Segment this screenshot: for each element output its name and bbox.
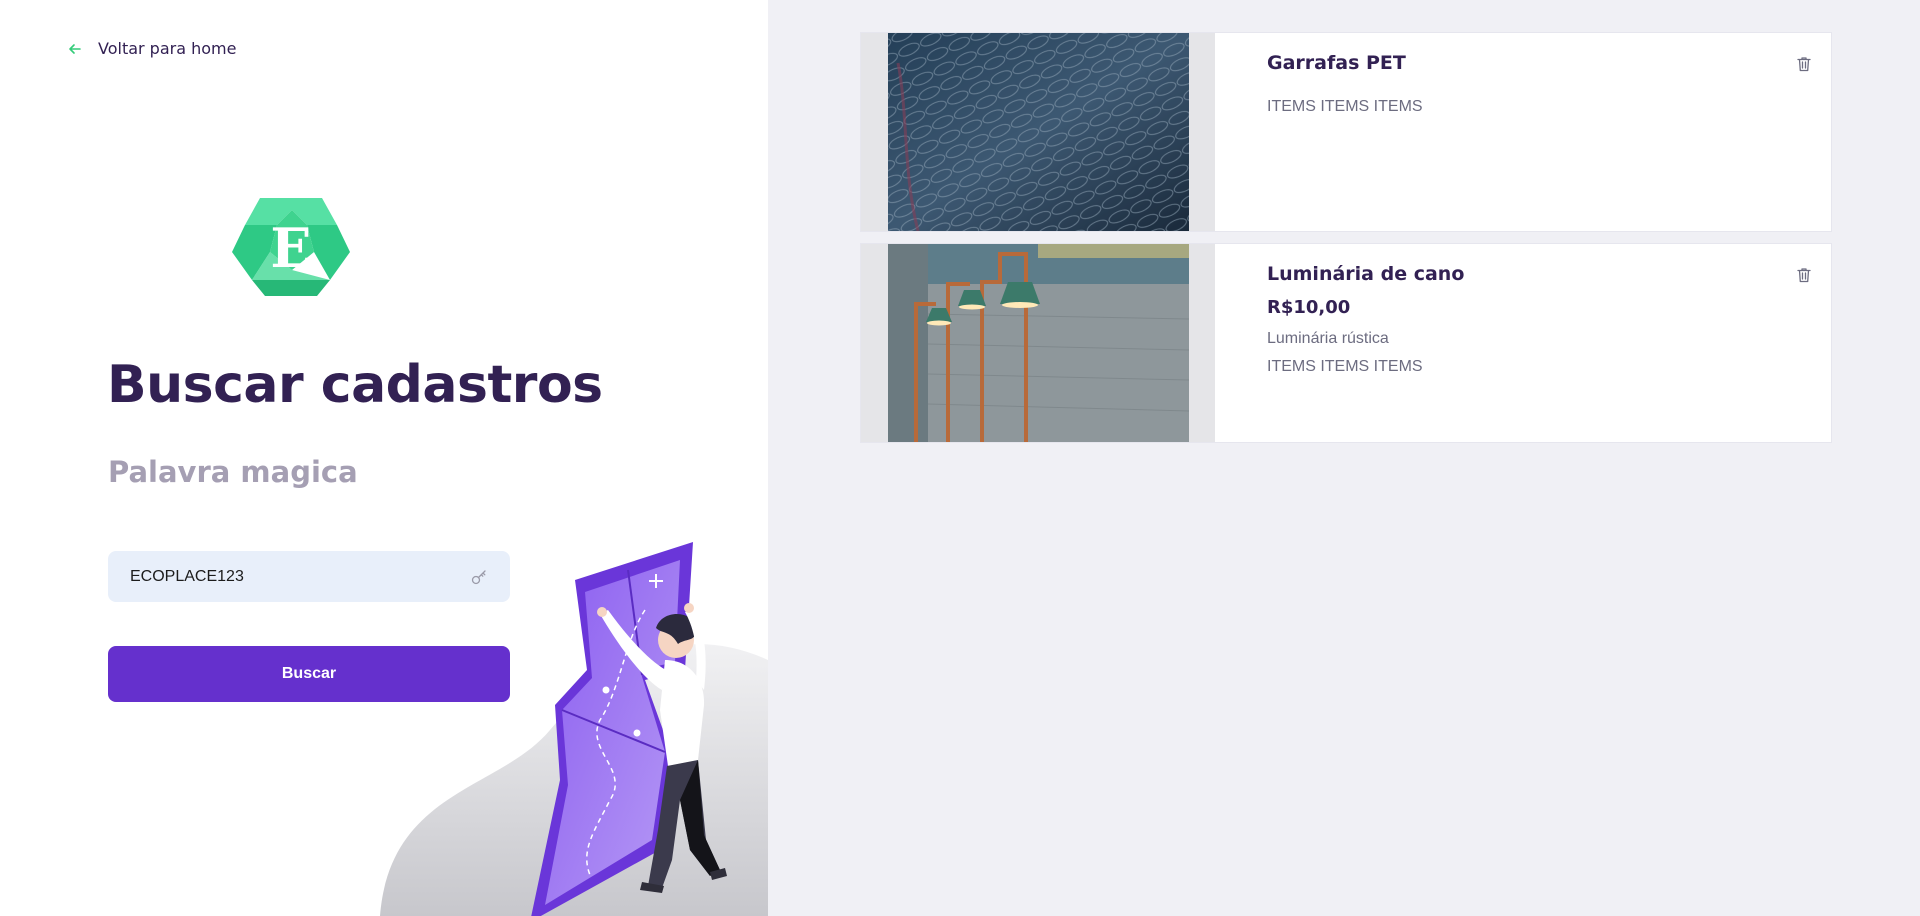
back-to-home-link[interactable]: Voltar para home: [67, 39, 236, 58]
item-card-content: Garrafas PET ITEMS ITEMS ITEMS: [1215, 33, 1831, 231]
trash-icon[interactable]: [1795, 266, 1813, 284]
item-image-frame: [861, 244, 1215, 442]
page-title: Buscar cadastros: [107, 355, 603, 415]
logo-letter: E: [270, 216, 311, 280]
back-link-label: Voltar para home: [98, 39, 237, 58]
item-photo-pet-bottles: [888, 33, 1189, 231]
trash-icon[interactable]: [1795, 55, 1813, 73]
item-name: Luminária de cano: [1267, 263, 1465, 285]
item-items: ITEMS ITEMS ITEMS: [1267, 358, 1423, 375]
item-card-content: Luminária de cano R$10,00 Luminária rúst…: [1215, 244, 1831, 442]
left-panel: Voltar para home E Buscar cadastros Pala…: [0, 0, 768, 916]
results-panel: Garrafas PET ITEMS ITEMS ITEMS Luminária…: [768, 0, 1920, 916]
item-image-frame: [861, 33, 1215, 231]
item-items: ITEMS ITEMS ITEMS: [1267, 98, 1423, 115]
item-description: Luminária rústica: [1267, 330, 1389, 347]
ecoplace-logo: E: [232, 198, 350, 296]
person-with-map-illustration: [380, 542, 768, 916]
item-card[interactable]: Luminária de cano R$10,00 Luminária rúst…: [860, 243, 1832, 443]
item-price: R$10,00: [1267, 297, 1351, 318]
item-card[interactable]: Garrafas PET ITEMS ITEMS ITEMS: [860, 32, 1832, 232]
item-photo-pipe-lamps: [888, 244, 1189, 442]
item-name: Garrafas PET: [1267, 52, 1406, 74]
page-subtitle: Palavra magica: [108, 455, 358, 489]
arrow-left-icon: [69, 43, 81, 54]
